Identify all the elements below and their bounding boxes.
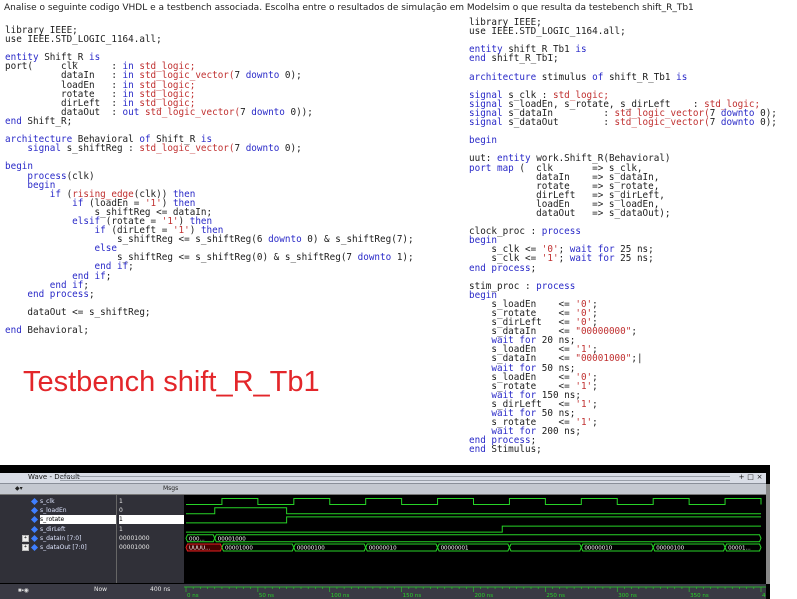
ruler-label: 0 ns	[187, 593, 199, 599]
signal-icon	[30, 507, 39, 515]
testbench-title: Testbench shift_R_Tb1	[23, 366, 320, 398]
title-bar-grip	[60, 476, 730, 481]
code-line: begin	[469, 135, 497, 147]
dataOut-bus-label: UUUU...	[189, 546, 211, 552]
signal-icon	[30, 525, 39, 533]
dataIn-bus-label: 00001000	[218, 536, 246, 542]
dirLeft-wave	[186, 525, 761, 533]
code-line: end Stimulus;	[469, 444, 542, 456]
signal-name[interactable]: s_loadEn	[40, 506, 67, 515]
dataOut-bus-label: 00001000	[225, 546, 253, 552]
ruler-label: 350 ns	[690, 593, 709, 599]
code-line: signal s_shiftReg : std_logic_vector(7 d…	[5, 143, 302, 155]
signal-value: 1	[119, 498, 123, 505]
ruler-label: 100 ns	[331, 593, 350, 599]
code-line: dataOut <= s_shiftReg;	[5, 306, 151, 318]
signal-icon	[30, 516, 39, 524]
ruler-label: 250 ns	[546, 593, 565, 599]
signal-name[interactable]: s_rotate	[40, 515, 116, 525]
question-text: Analise o seguinte codigo VHDL e a testb…	[4, 3, 694, 13]
undock-icon[interactable]: □	[747, 474, 754, 481]
add-icon[interactable]: +	[738, 474, 745, 481]
dataOut-bus-label: 00000010	[369, 546, 397, 552]
code-line: signal s_dataOut : std_logic_vector(7 do…	[469, 117, 777, 129]
code-line: use IEEE.STD_LOGIC_1164.all;	[5, 34, 162, 46]
clk-wave	[186, 498, 762, 505]
now-value: 400 ns	[150, 586, 171, 593]
code-line: end Behavioral;	[5, 325, 89, 337]
ruler-label: 300 ns	[618, 593, 637, 599]
dataOut-bus-label: 00000100	[297, 546, 325, 552]
msgs-header: Msgs	[163, 485, 179, 492]
code-line: end process;	[5, 288, 95, 300]
signal-icon	[30, 543, 39, 552]
vertical-scrollbar[interactable]	[766, 484, 770, 584]
signal-name[interactable]: s_dataIn [7:0]	[40, 534, 81, 543]
wave-status-bar: ■▪◉ Now 400 ns 0 ns 50 ns 100 ns 150 ns 200 …	[0, 584, 766, 599]
wave-column-header: ◆▾ Msgs	[0, 484, 766, 495]
code-line: end process;	[469, 262, 537, 274]
dataIn-bus-label: 000...	[189, 536, 205, 542]
signal-name-pane[interactable]: s_clk s_loadEn s_rotate s_dirLeft + s_dataIn …	[0, 495, 116, 583]
code-line: dataOut => s_dataOut);	[469, 207, 671, 219]
waveform-svg: 000... 00001000 UUUU... 00001000 00000100 000…	[185, 498, 762, 552]
signal-value: 1	[119, 525, 123, 533]
code-line: architecture stimulus of shift_R_Tb1 is	[469, 71, 688, 83]
signal-name[interactable]: s_dataOut [7:0]	[40, 543, 87, 552]
signal-icon	[30, 534, 39, 542]
wave-window: Wave - Default + □ × ◆▾ Msgs s_clk s_load…	[0, 465, 770, 599]
expand-icon[interactable]: +	[22, 544, 29, 551]
code-line: end shift_R_Tb1;	[469, 53, 559, 65]
cursor-icon[interactable]: ■▪◉	[18, 587, 29, 594]
vhdl-testbench-code: library IEEE; use IEEE.STD_LOGIC_1164.al…	[469, 18, 777, 455]
close-icon[interactable]: ×	[756, 474, 763, 481]
code-line: use IEEE.STD_LOGIC_1164.all;	[469, 26, 626, 38]
dataOut-bus-label: 00000100	[656, 546, 684, 552]
signal-value-pane[interactable]: 1 0 1 1 00001000 00001000	[116, 495, 184, 583]
ruler-label: 200 ns	[475, 593, 494, 599]
dataOut-bus-label: 00000001	[441, 546, 469, 552]
dataOut-bus-segment	[508, 543, 582, 552]
dataIn-bus-segment	[214, 534, 762, 543]
ruler-label: 400 ns	[762, 593, 766, 599]
waveform-pane[interactable]: 000... 00001000 UUUU... 00001000 00000100 000…	[184, 495, 766, 583]
signal-value: 00001000	[119, 544, 150, 551]
ruler-label: 150 ns	[403, 593, 422, 599]
dataOut-bus-label: 00000010	[584, 546, 612, 552]
signal-value: 00001000	[119, 534, 150, 542]
signal-value: 1	[119, 515, 184, 525]
signal-icon	[30, 497, 39, 506]
ruler-label: 50 ns	[259, 593, 274, 599]
rotate-wave	[186, 516, 761, 524]
dataOut-bus-label: 00001...	[728, 546, 751, 552]
wave-title-bar[interactable]: Wave - Default + □ ×	[0, 473, 766, 484]
code-line: end Shift_R;	[5, 115, 73, 127]
expand-icon[interactable]: +	[22, 534, 29, 542]
signal-value: 0	[119, 507, 123, 515]
header-signal-icon[interactable]: ◆▾	[15, 484, 23, 494]
time-ruler: 0 ns 50 ns 100 ns 150 ns 200 ns 250 ns 300 ns 3…	[184, 586, 766, 599]
signal-name[interactable]: s_dirLeft	[40, 525, 65, 534]
vhdl-entity-code: library IEEE; use IEEE.STD_LOGIC_1164.al…	[5, 26, 414, 335]
signal-name[interactable]: s_clk	[40, 497, 55, 506]
loadEn-wave	[186, 507, 761, 515]
now-label: Now	[94, 586, 108, 593]
